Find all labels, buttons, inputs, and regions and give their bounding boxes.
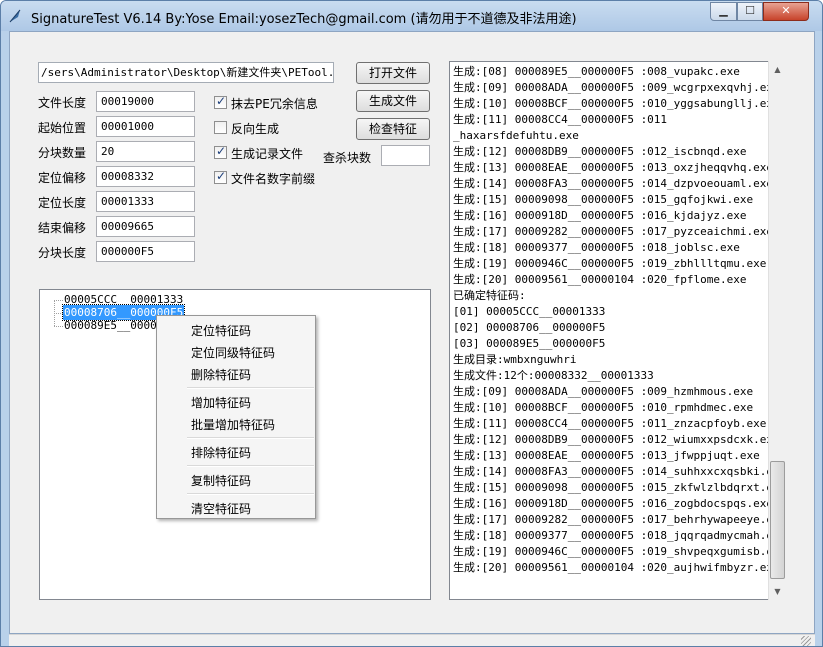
log-line: 生成:[11] 00008CC4__000000F5 :011 (453, 113, 668, 126)
log-line: 生成:[11] 00008CC4__000000F5 :011_znzacpfo… (453, 417, 767, 430)
log-line: 生成:[17] 00009282__000000F5 :017_pyzceaic… (453, 225, 774, 238)
log-line: 生成文件:12个:00008332__00001333 (453, 369, 654, 382)
resize-grip-icon[interactable] (801, 636, 811, 646)
log-line: 生成:[18] 00009377__000000F5 :018_joblsc.e… (453, 241, 740, 254)
scroll-up-icon[interactable]: ▲ (769, 61, 786, 78)
file-length-field[interactable]: 00019000 (96, 91, 195, 112)
start-pos-field[interactable]: 00001000 (96, 116, 195, 137)
log-line: 已确定特征码: (453, 289, 526, 302)
log-line: 生成:[08] 000089E5__000000F5 :008_vupakc.e… (453, 65, 740, 78)
title-bar[interactable]: SignatureTest V6.14 By:Yose Email:yosezT… (1, 1, 822, 31)
block-count-label: 分块数量 (38, 146, 87, 160)
menu-item-exclude[interactable]: 排除特征码 (191, 444, 251, 461)
log-line: _haxarsfdefuhtu.exe (453, 129, 579, 142)
num-prefix-label: 文件名数字前缀 (231, 172, 316, 186)
minimize-button[interactable]: ▁ (710, 2, 737, 21)
file-length-label: 文件长度 (38, 96, 87, 110)
menu-separator (187, 465, 314, 467)
end-offset-field[interactable]: 00009665 (96, 216, 195, 237)
log-line: 生成目录:wmbxnguwhri (453, 353, 577, 366)
locate-length-label: 定位长度 (38, 196, 87, 210)
log-line: 生成:[18] 00009377__000000F5 :018_jqqrqadm… (453, 529, 785, 542)
close-button[interactable]: ✕ (763, 2, 809, 21)
check-box (214, 94, 227, 109)
block-length-label: 分块长度 (38, 246, 87, 260)
log-line: 生成:[12] 00008DB9__000000F5 :012_wiumxxps… (453, 433, 780, 446)
log-line: 生成:[19] 0000946C__000000F5 :019_shvpeqxg… (453, 545, 785, 558)
log-line: 生成:[16] 0000918D__000000F5 :016_zogbdocs… (453, 497, 774, 510)
end-offset-label: 结束偏移 (38, 221, 87, 235)
feather-icon (9, 9, 21, 23)
log-line: 生成:[09] 00008ADA__000000F5 :009_hzmhmous… (453, 385, 754, 398)
log-line: [01] 00005CCC__00001333 (453, 305, 606, 318)
app-window: SignatureTest V6.14 By:Yose Email:yosezT… (0, 0, 823, 647)
log-line: [03] 000089E5__000000F5 (453, 337, 606, 350)
num-prefix-checkbox[interactable]: 文件名数字前缀 (214, 169, 334, 186)
scroll-thumb[interactable] (770, 461, 785, 579)
gen-log-label: 生成记录文件 (231, 147, 304, 161)
log-line: [02] 00008706__000000F5 (453, 321, 606, 334)
tree-line (54, 300, 63, 301)
locate-offset-field[interactable]: 00008332 (96, 166, 195, 187)
log-output[interactable]: 生成:[08] 000089E5__000000F5 :008_vupakc.e… (449, 61, 785, 600)
window-title: SignatureTest V6.14 By:Yose Email:yosezT… (31, 12, 577, 27)
menu-item-batch-add[interactable]: 批量增加特征码 (191, 416, 275, 433)
check-signature-button[interactable]: 检查特征 (356, 118, 430, 140)
log-line: 生成:[20] 00009561__00000104 :020_fpflome.… (453, 273, 747, 286)
gen-log-checkbox[interactable]: 生成记录文件 (214, 144, 334, 161)
menu-item-locate-sibling[interactable]: 定位同级特征码 (191, 344, 275, 361)
menu-item-copy[interactable]: 复制特征码 (191, 472, 251, 489)
check-box (214, 144, 227, 159)
reverse-gen-checkbox[interactable]: 反向生成 (214, 120, 334, 136)
menu-separator (187, 493, 314, 495)
log-line: 生成:[15] 00009098__000000F5 :015_zkfwlzlb… (453, 481, 785, 494)
maximize-button[interactable]: ☐ (737, 2, 763, 21)
log-line: 生成:[13] 00008EAE__000000F5 :013_oxzjheqq… (453, 161, 774, 174)
block-length-field[interactable]: 000000F5 (96, 241, 195, 262)
log-line: 生成:[12] 00008DB9__000000F5 :012_iscbnqd.… (453, 145, 747, 158)
log-line: 生成:[13] 00008EAE__000000F5 :013_jfwppjuq… (453, 449, 760, 462)
block-count-field[interactable]: 20 (96, 141, 195, 162)
kill-blocks-label: 查杀块数 (323, 151, 372, 165)
log-line: 生成:[09] 00008ADA__000000F5 :009_wcgrpxex… (453, 81, 780, 94)
log-scrollbar[interactable]: ▲ ▼ (768, 61, 785, 600)
locate-offset-label: 定位偏移 (38, 171, 87, 185)
strip-pe-checkbox[interactable]: 抹去PE冗余信息 (214, 94, 334, 111)
log-line: 生成:[17] 00009282__000000F5 :017_behrhywa… (453, 513, 785, 526)
scroll-down-icon[interactable]: ▼ (769, 583, 786, 600)
log-line: 生成:[15] 00009098__000000F5 :015_gqfojkwi… (453, 193, 754, 206)
log-line: 生成:[16] 0000918D__000000F5 :016_kjdajyz.… (453, 209, 747, 222)
locate-length-field[interactable]: 00001333 (96, 191, 195, 212)
tree-line (54, 326, 63, 327)
menu-item-locate[interactable]: 定位特征码 (191, 322, 251, 339)
context-menu: 定位特征码 定位同级特征码 删除特征码 增加特征码 批量增加特征码 排除特征码 … (156, 315, 316, 519)
log-line: 生成:[14] 00008FA3__000000F5 :014_suhhxxcx… (453, 465, 785, 478)
log-line: 生成:[19] 0000946C__000000F5 :019_zbhllltq… (453, 257, 767, 270)
menu-item-clear[interactable]: 清空特征码 (191, 500, 251, 517)
menu-item-add[interactable]: 增加特征码 (191, 394, 251, 411)
menu-separator (187, 387, 314, 389)
start-pos-label: 起始位置 (38, 121, 87, 135)
check-box (214, 169, 227, 184)
log-line: 生成:[20] 00009561__00000104 :020_aujhwifm… (453, 561, 780, 574)
log-line: 生成:[10] 00008BCF__000000F5 :010_yggsabun… (453, 97, 780, 110)
generate-file-button[interactable]: 生成文件 (356, 90, 430, 112)
kill-blocks-field[interactable] (381, 145, 430, 166)
status-bar (9, 634, 815, 646)
file-path-input[interactable]: /sers\Administrator\Desktop\新建文件夹\PETool… (38, 62, 334, 83)
reverse-gen-label: 反向生成 (231, 122, 280, 136)
log-line: 生成:[10] 00008BCF__000000F5 :010_rpmhdmec… (453, 401, 754, 414)
strip-pe-label: 抹去PE冗余信息 (231, 97, 318, 111)
check-box (214, 121, 227, 134)
menu-item-delete[interactable]: 删除特征码 (191, 366, 251, 383)
menu-separator (187, 437, 314, 439)
tree-line (54, 313, 63, 314)
open-file-button[interactable]: 打开文件 (356, 62, 430, 84)
log-line: 生成:[14] 00008FA3__000000F5 :014_dzpvoeou… (453, 177, 774, 190)
